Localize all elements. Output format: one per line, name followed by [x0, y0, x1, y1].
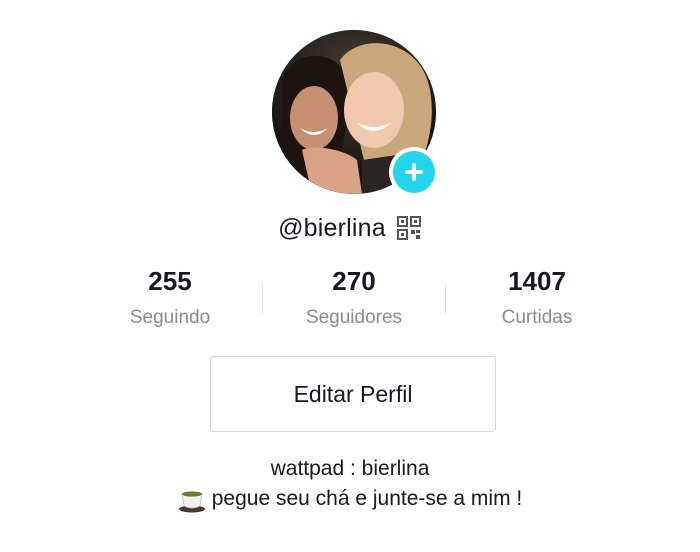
divider	[445, 284, 446, 314]
bio-line-1: wattpad : bierlina	[0, 454, 700, 484]
bio-text-2: pegue seu chá e junte-se a mim !	[211, 487, 523, 510]
plus-icon	[393, 151, 435, 193]
following-label: Seguindo	[129, 307, 211, 328]
username-row: @bierlina	[0, 210, 700, 246]
bio-line-2: pegue seu chá e junte-se a mim !	[0, 484, 700, 514]
qr-code-icon[interactable]	[396, 215, 422, 241]
profile-page: @bierlina 255 Seguindo 270 Seguidores 14…	[0, 0, 700, 552]
stat-followers[interactable]: 270 Seguidores	[264, 262, 444, 336]
followers-label: Seguidores	[305, 307, 403, 328]
tea-cup-icon	[178, 485, 206, 513]
username: @bierlina	[278, 213, 386, 242]
followers-count: 270	[332, 266, 376, 296]
add-avatar-button[interactable]	[389, 147, 439, 197]
bio-text-1: wattpad : bierlina	[270, 457, 430, 480]
likes-count: 1407	[508, 266, 566, 296]
edit-profile-button[interactable]: Editar Perfil	[210, 356, 496, 432]
bio: wattpad : bierlina pegue seu chá e junte…	[0, 454, 700, 514]
likes-label: Curtidas	[501, 307, 573, 328]
stats-row: 255 Seguindo 270 Seguidores 1407 Curtida…	[80, 262, 630, 342]
divider	[262, 284, 263, 314]
avatar-container	[272, 30, 439, 197]
following-count: 255	[148, 266, 192, 296]
stat-following[interactable]: 255 Seguindo	[80, 262, 260, 336]
stat-likes[interactable]: 1407 Curtidas	[447, 262, 627, 336]
